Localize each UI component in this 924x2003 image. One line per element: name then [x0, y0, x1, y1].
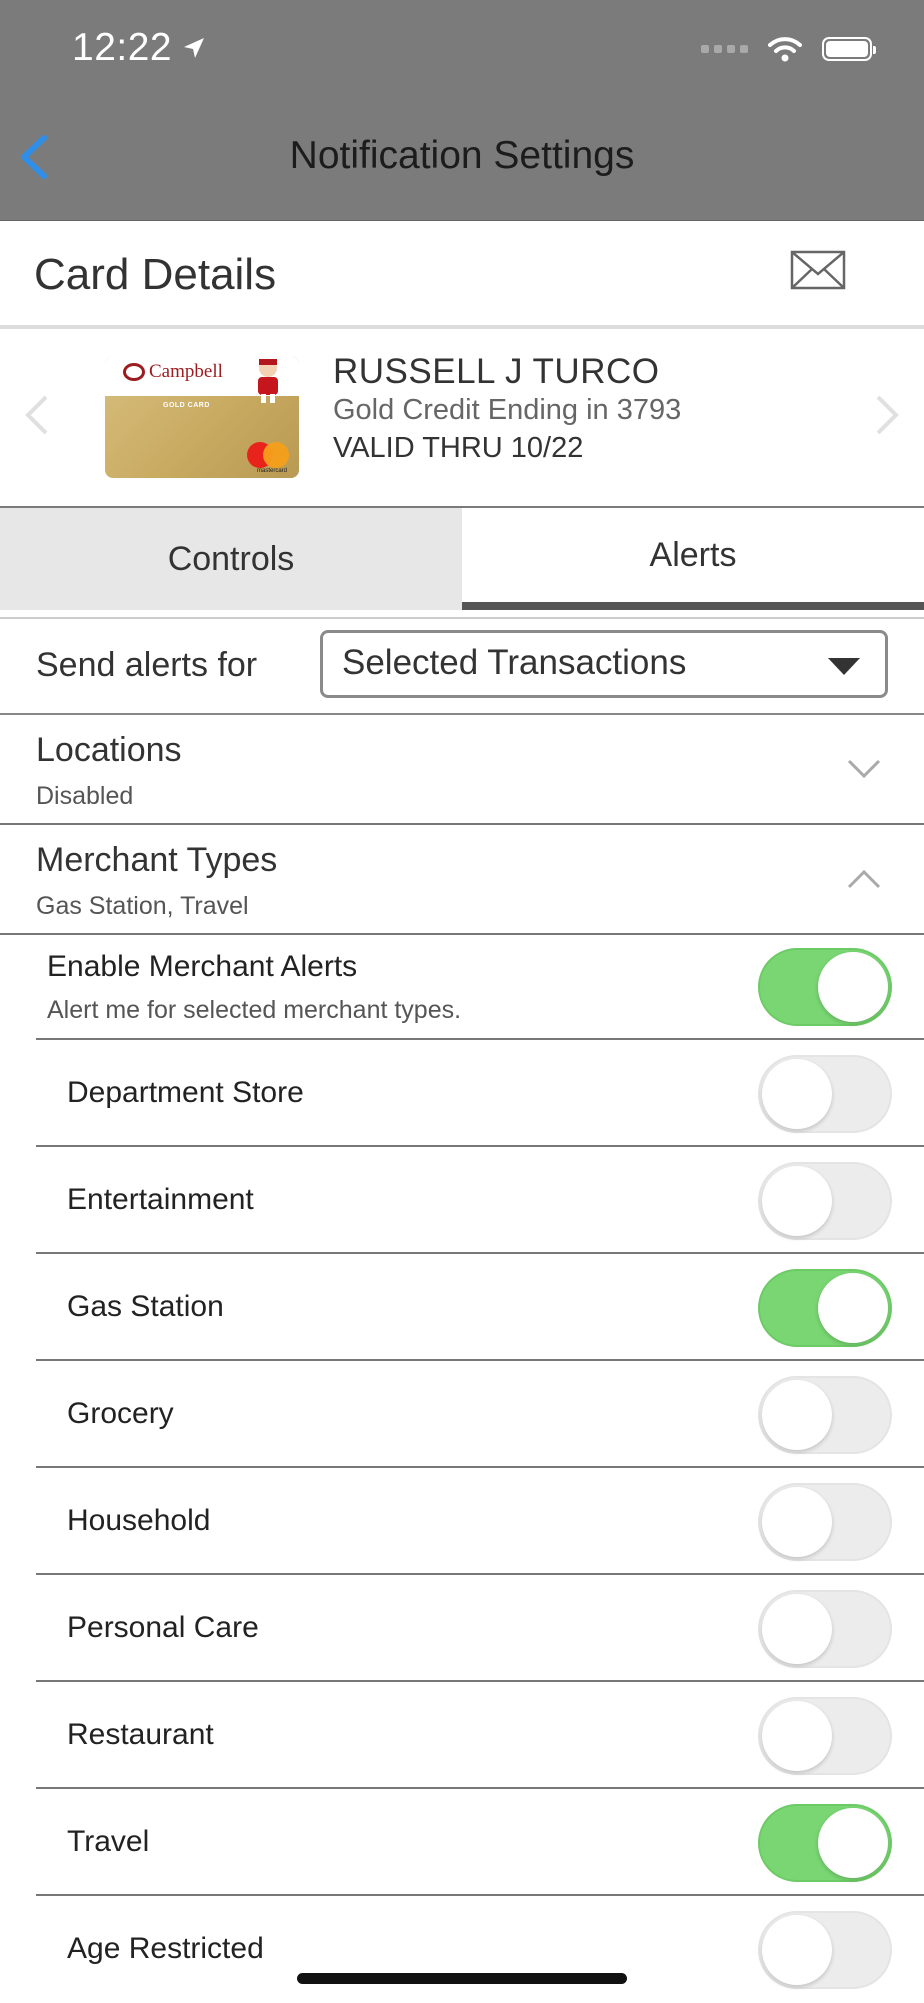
merchant-type-label: Personal Care [67, 1611, 259, 1644]
send-alerts-label: Send alerts for [36, 646, 258, 684]
merchant-type-label: Grocery [67, 1397, 174, 1430]
cardholder-name: RUSSELL J TURCO [333, 352, 660, 391]
household-toggle[interactable] [758, 1483, 892, 1561]
age-restricted-toggle[interactable] [758, 1911, 892, 1989]
wifi-icon [768, 37, 802, 62]
battery-icon [822, 37, 876, 61]
next-card-icon[interactable] [872, 393, 902, 437]
enable-merchant-alerts-subtitle: Alert me for selected merchant types. [47, 996, 462, 1024]
card-image: Campbell GOLD CARD mastercard [105, 356, 299, 478]
merchant-type-label: Travel [67, 1825, 150, 1858]
entertainment-toggle[interactable] [758, 1162, 892, 1240]
merchant-type-label: Age Restricted [67, 1932, 264, 1965]
locations-title: Locations [36, 731, 182, 769]
status-time: 12:22 [72, 26, 206, 70]
dropdown-caret-icon [828, 658, 860, 675]
location-arrow-icon [184, 38, 205, 58]
home-indicator[interactable] [297, 1973, 627, 1984]
merchant-type-label: Entertainment [67, 1183, 254, 1216]
send-alerts-value: Selected Transactions [342, 643, 687, 682]
merchant-type-label: Gas Station [67, 1290, 224, 1323]
restaurant-toggle[interactable] [758, 1697, 892, 1775]
campbell-logo: Campbell [123, 361, 223, 383]
page-title: Notification Settings [289, 134, 635, 177]
status-icons [701, 36, 876, 62]
merchant-types-subtitle: Gas Station, Travel [36, 892, 249, 920]
card-details-title: Card Details [34, 250, 277, 299]
enable-merchant-alerts-toggle[interactable] [758, 948, 892, 1026]
mastercard-logo [247, 442, 289, 468]
chevron-down-icon[interactable] [846, 757, 882, 781]
card-label: GOLD CARD [163, 402, 210, 409]
travel-toggle[interactable] [758, 1804, 892, 1882]
merchant-type-label: Restaurant [67, 1718, 214, 1751]
merchant-type-label: Department Store [67, 1076, 304, 1109]
tab-controls[interactable]: Controls [0, 508, 462, 610]
network-label: mastercard [256, 468, 287, 474]
tab-alerts[interactable]: Alerts [462, 508, 924, 610]
merchant-types-title: Merchant Types [36, 841, 278, 879]
gas-station-toggle[interactable] [758, 1269, 892, 1347]
previous-card-icon[interactable] [22, 393, 52, 437]
card-valid-thru: VALID THRU 10/22 [333, 432, 584, 464]
chevron-up-icon[interactable] [846, 867, 882, 891]
mascot-image [258, 359, 278, 403]
signal-icon [701, 45, 748, 53]
department-store-toggle[interactable] [758, 1055, 892, 1133]
envelope-icon[interactable] [790, 250, 846, 290]
locations-subtitle: Disabled [36, 782, 134, 810]
personal-care-toggle[interactable] [758, 1590, 892, 1668]
merchant-type-label: Household [67, 1504, 211, 1537]
status-time-text: 12:22 [72, 26, 173, 69]
enable-merchant-alerts-title: Enable Merchant Alerts [47, 950, 358, 983]
card-description: Gold Credit Ending in 3793 [333, 394, 682, 426]
grocery-toggle[interactable] [758, 1376, 892, 1454]
